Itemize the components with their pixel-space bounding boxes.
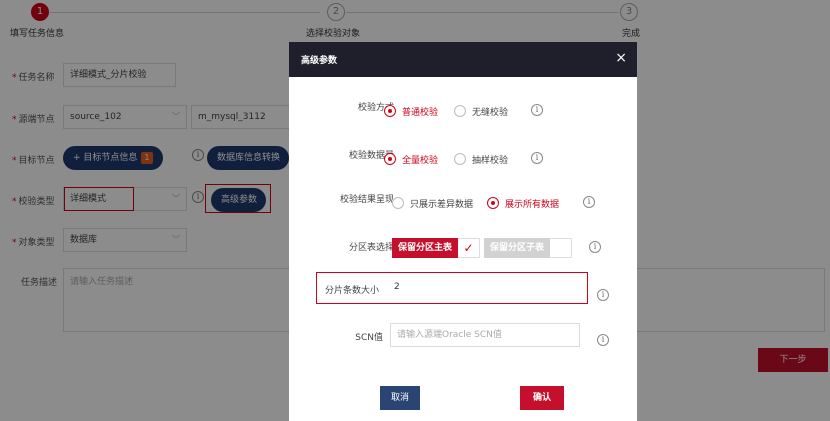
keep-main-partition-toggle[interactable]: 保留分区主表 ✓ — [392, 238, 481, 258]
shard-size-input[interactable]: 2 — [388, 276, 585, 300]
dialog-title: 高级参数 — [301, 56, 338, 66]
radio-seamless-check[interactable]: 无缝校验 — [454, 104, 508, 118]
info-circle-icon[interactable]: i — [531, 152, 543, 164]
partition-label: 分区表选择 — [348, 243, 394, 253]
radio-diff-only[interactable]: 只展示差异数据 — [392, 196, 473, 210]
shard-size-label: 分片条数大小 — [324, 286, 379, 296]
radio-normal-check[interactable]: 普通校验 — [384, 104, 438, 118]
confirm-button[interactable]: 确认 — [520, 386, 564, 410]
scn-input[interactable]: 请输入源端Oracle SCN值 — [390, 323, 580, 347]
keep-sub-partition-toggle[interactable]: 保留分区子表 — [484, 238, 573, 258]
info-circle-icon[interactable]: i — [531, 104, 543, 116]
scn-label: SCN值 — [355, 333, 383, 343]
advanced-params-dialog: 高级参数 × 校验方式 普通校验 无缝校验 i 校验数据量 全量校验 抽样校验 … — [289, 42, 637, 421]
radio-full-check[interactable]: 全量校验 — [384, 152, 438, 166]
radio-dot — [384, 153, 396, 165]
cancel-button[interactable]: 取消 — [380, 386, 420, 410]
info-circle-icon[interactable]: i — [589, 241, 601, 253]
info-circle-icon[interactable]: i — [597, 334, 609, 346]
radio-sample-check[interactable]: 抽样校验 — [454, 152, 508, 166]
info-circle-icon[interactable]: i — [583, 196, 595, 208]
radio-dot — [384, 105, 396, 117]
radio-dot — [454, 105, 466, 117]
info-circle-icon[interactable]: i — [597, 289, 609, 301]
dialog-header: 高级参数 × — [289, 42, 637, 77]
radio-dot — [454, 153, 466, 165]
radio-dot — [487, 197, 499, 209]
close-icon[interactable]: × — [615, 50, 627, 66]
radio-all-data[interactable]: 展示所有数据 — [487, 196, 559, 210]
result-display-label: 校验结果呈现 — [339, 195, 394, 205]
radio-dot — [392, 197, 404, 209]
checkmark-icon: ✓ — [458, 238, 481, 258]
